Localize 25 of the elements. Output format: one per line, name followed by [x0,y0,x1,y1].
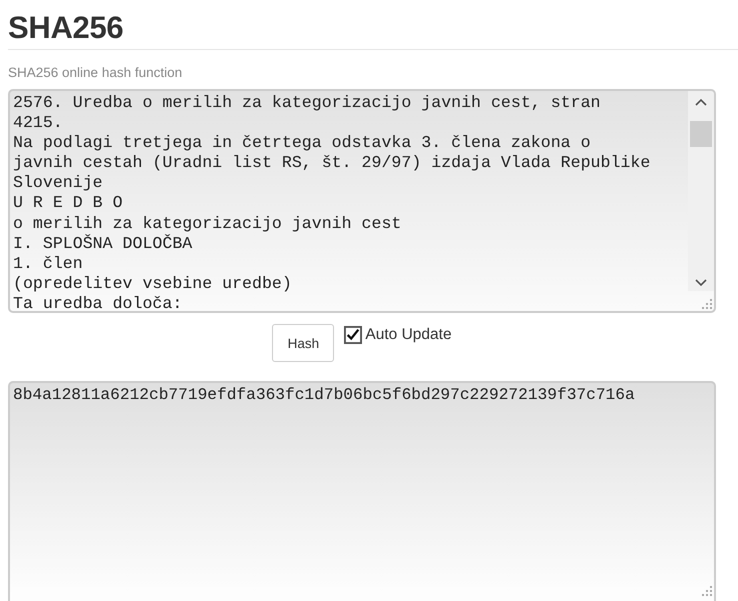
resize-grip-icon[interactable] [702,586,712,596]
scrollbar[interactable] [688,91,714,291]
page-subtitle: SHA256 online hash function [8,65,182,81]
text-line: Ta uredba določa: [13,294,182,311]
text-line: U R E D B O [13,193,123,214]
text-line: o merilih za kategorizacijo javnih cest [13,214,402,234]
scroll-down-icon[interactable] [695,279,707,287]
text-line: I. SPLOŠNA DOLOČBA [13,234,192,254]
text-line: Slovenije [13,173,103,194]
hash-button[interactable]: Hash [272,324,334,362]
text-line: 4215. [13,113,63,134]
text-line: 2576. Uredba o merilih za kategorizacijo javnih cest, stran [13,93,601,114]
text-line: (opredelitev vsebine uredbe) [13,274,292,294]
input-field[interactable] [8,89,716,313]
text-line: Na podlagi tretjega in četrtega odstavka 3. člena zakona o [13,133,591,154]
hash-value: 8b4a12811a6212cb7719efdfa363fc1d7b06bc5f6bd297c229272139f37c716a [13,385,635,405]
output-field[interactable]: 8b4a12811a6212cb7719efdfa363fc1d7b06bc5f6bd297c229272139f37c716a [8,381,716,601]
scroll-up-icon[interactable] [695,98,707,106]
checkbox[interactable] [344,326,362,344]
text-line: 1. člen [13,254,83,274]
text-line: javnih cestah (Uradni list RS, št. 29/97) izdaja Vlada Republike [13,153,650,174]
scrollbar-thumb[interactable] [690,121,712,147]
resize-grip-icon[interactable] [702,299,712,309]
page-title: SHA256 [8,9,124,47]
checkbox-label: Auto Update [365,326,452,344]
